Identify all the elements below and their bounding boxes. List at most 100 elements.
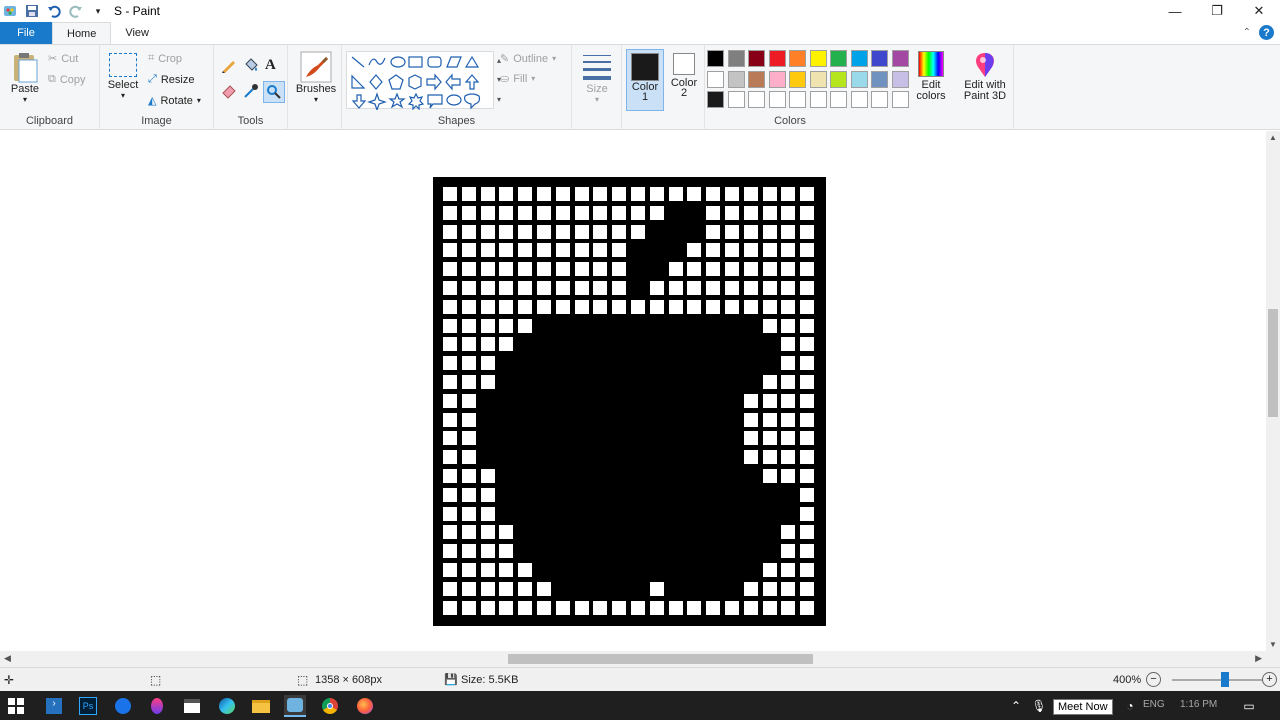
color-swatch[interactable] (707, 91, 724, 108)
eraser-tool[interactable] (221, 83, 237, 99)
windows-start-icon[interactable] (5, 695, 27, 717)
scroll-left-icon[interactable]: ◀ (4, 653, 11, 664)
color-swatch[interactable] (768, 91, 786, 108)
store-icon[interactable] (181, 695, 203, 717)
shapes-gallery[interactable] (346, 51, 494, 112)
color-swatch[interactable] (871, 50, 888, 67)
magnifier-tool[interactable] (263, 81, 285, 103)
chrome-icon[interactable] (319, 695, 341, 717)
select-button[interactable]: Select ▾ (106, 53, 140, 100)
photoshop-icon[interactable]: Ps (77, 695, 99, 717)
color-swatch[interactable] (789, 91, 806, 108)
brushes-button[interactable]: Brushes ▾ (296, 51, 336, 104)
zoom-slider[interactable] (1172, 679, 1262, 681)
scroll-down-icon[interactable]: ▼ (1266, 640, 1280, 649)
white-pixel-cell (725, 187, 739, 201)
color-swatch[interactable] (707, 70, 724, 88)
color-swatch[interactable] (891, 91, 909, 108)
color-swatch[interactable] (748, 91, 765, 108)
tab-view[interactable]: View (111, 22, 163, 44)
redo-icon[interactable] (68, 3, 84, 19)
scroll-up-icon[interactable]: ▲ (1266, 133, 1280, 142)
vertical-scrollbar[interactable]: ▲ ▼ (1266, 131, 1280, 651)
color-swatch[interactable] (871, 91, 888, 108)
notifications-icon[interactable]: ▭ (1238, 695, 1260, 717)
paint3d-taskbar-icon[interactable] (146, 695, 168, 717)
paste-button[interactable]: Paste ▾ (8, 51, 42, 104)
language-indicator[interactable]: ENG (1143, 699, 1165, 710)
color-swatch[interactable] (809, 50, 827, 67)
color-swatch[interactable] (871, 70, 888, 88)
zoom-out-icon[interactable]: − (1146, 672, 1161, 687)
close-icon[interactable]: ✕ (1238, 0, 1280, 22)
microphone-icon[interactable]: 🎙 (1028, 695, 1050, 717)
color-swatch[interactable] (727, 91, 745, 108)
fill-button[interactable]: ⛀ Fill ▾ (500, 72, 535, 86)
color-swatch[interactable] (830, 91, 847, 108)
paint3d-icon (976, 53, 994, 77)
save-icon[interactable] (24, 3, 40, 19)
copy-button[interactable]: ⧉ Copy (48, 73, 86, 86)
fill-tool[interactable] (243, 57, 259, 73)
color-swatch[interactable] (809, 91, 827, 108)
clock[interactable]: 1:16 PM (1180, 699, 1217, 710)
app-icon[interactable] (112, 695, 134, 717)
scroll-right-icon[interactable]: ▶ (1255, 653, 1262, 664)
tab-file[interactable]: File (0, 22, 52, 44)
color-picker-tool[interactable] (243, 83, 259, 99)
show-hidden-icons-chevron-icon[interactable]: ⌃ (1005, 695, 1027, 717)
color-swatch[interactable] (789, 50, 806, 67)
color-swatch[interactable] (830, 50, 847, 67)
file-explorer-icon[interactable] (250, 695, 272, 717)
color-swatch[interactable] (789, 70, 806, 88)
horizontal-scroll-thumb[interactable] (508, 654, 813, 664)
paint-app-icon[interactable] (2, 3, 18, 19)
tab-home[interactable]: Home (52, 22, 112, 44)
color-swatch[interactable] (768, 70, 786, 88)
powershell-icon[interactable]: › (43, 695, 65, 717)
rotate-button[interactable]: ◭ Rotate ▾ (148, 94, 201, 108)
white-pixel-cell (555, 299, 570, 314)
color-swatch[interactable] (809, 70, 827, 88)
outline-button[interactable]: ✎ Outline ▾ (500, 52, 556, 66)
zoom-slider-thumb[interactable] (1221, 672, 1229, 687)
color-swatch[interactable] (850, 50, 868, 67)
crop-button[interactable]: ⌗ Crop (148, 52, 182, 65)
maximize-icon[interactable]: ❐ (1196, 0, 1238, 22)
color-swatch[interactable] (891, 70, 909, 88)
edit-with-paint3d-button[interactable]: Edit with Paint 3D (959, 51, 1011, 102)
undo-icon[interactable] (46, 3, 62, 19)
customize-toolbar-chevron-icon[interactable]: ▾ (90, 3, 106, 19)
cut-button[interactable]: ✂ Cut (48, 52, 78, 66)
minimize-icon[interactable]: — (1154, 0, 1196, 22)
color-swatch[interactable] (707, 50, 724, 67)
white-pixel-cell (480, 243, 495, 258)
color1-button[interactable]: Color 1 (626, 49, 664, 111)
color-swatch[interactable] (830, 70, 847, 88)
paint-taskbar-icon[interactable] (284, 695, 306, 717)
firefox-icon[interactable] (354, 695, 376, 717)
edge-icon[interactable] (216, 695, 238, 717)
color-swatch[interactable] (850, 70, 868, 88)
vertical-scroll-thumb[interactable] (1268, 309, 1278, 417)
horizontal-scrollbar[interactable]: ◀ ▶ (0, 651, 1266, 667)
zoom-in-icon[interactable]: + (1262, 672, 1277, 687)
drawing-canvas[interactable] (433, 177, 826, 626)
size-button[interactable]: Size ▾ (578, 51, 616, 104)
color-swatch[interactable] (727, 70, 745, 88)
color-swatch[interactable] (748, 70, 765, 88)
color-swatch[interactable] (768, 50, 786, 67)
color-swatch[interactable] (748, 50, 765, 67)
wifi-icon[interactable]: ◔ (1119, 695, 1141, 717)
color2-button[interactable]: Color 2 (666, 53, 702, 99)
color-swatch[interactable] (891, 50, 909, 67)
pencil-tool[interactable] (221, 57, 237, 73)
white-pixel-cell (574, 281, 589, 295)
color-swatch[interactable] (727, 50, 745, 67)
text-tool[interactable]: A (265, 57, 276, 74)
edit-colors-button[interactable]: Edit colors (911, 51, 951, 102)
collapse-ribbon-icon[interactable]: ⌃ (1243, 27, 1251, 38)
help-icon[interactable]: ? (1259, 25, 1274, 40)
color-swatch[interactable] (850, 91, 868, 108)
resize-button[interactable]: ⤢ Resize (148, 73, 194, 86)
